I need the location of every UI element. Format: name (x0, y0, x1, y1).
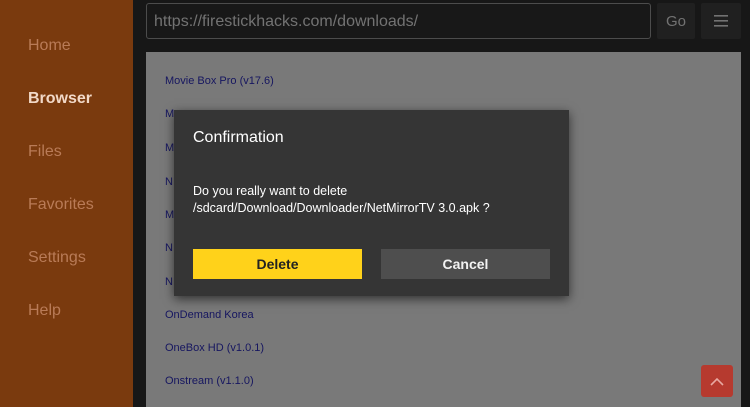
dialog-message: Do you really want to delete /sdcard/Dow… (193, 184, 490, 215)
sidebar-item-browser[interactable]: Browser (28, 90, 92, 108)
app-window: Home Browser Files Favorites Settings He… (0, 0, 750, 407)
cancel-button[interactable]: Cancel (381, 249, 550, 279)
scroll-to-top-button[interactable] (701, 365, 733, 397)
sidebar: Home Browser Files Favorites Settings He… (0, 0, 133, 407)
sidebar-item-settings[interactable]: Settings (28, 249, 86, 267)
confirmation-dialog: Confirmation Do you really want to delet… (174, 110, 569, 296)
dialog-title: Confirmation (193, 129, 284, 146)
delete-button[interactable]: Delete (193, 249, 362, 279)
sidebar-item-favorites[interactable]: Favorites (28, 196, 94, 214)
chevron-up-icon (710, 377, 724, 386)
sidebar-item-help[interactable]: Help (28, 302, 61, 320)
sidebar-item-home[interactable]: Home (28, 37, 71, 55)
sidebar-item-files[interactable]: Files (28, 143, 62, 161)
